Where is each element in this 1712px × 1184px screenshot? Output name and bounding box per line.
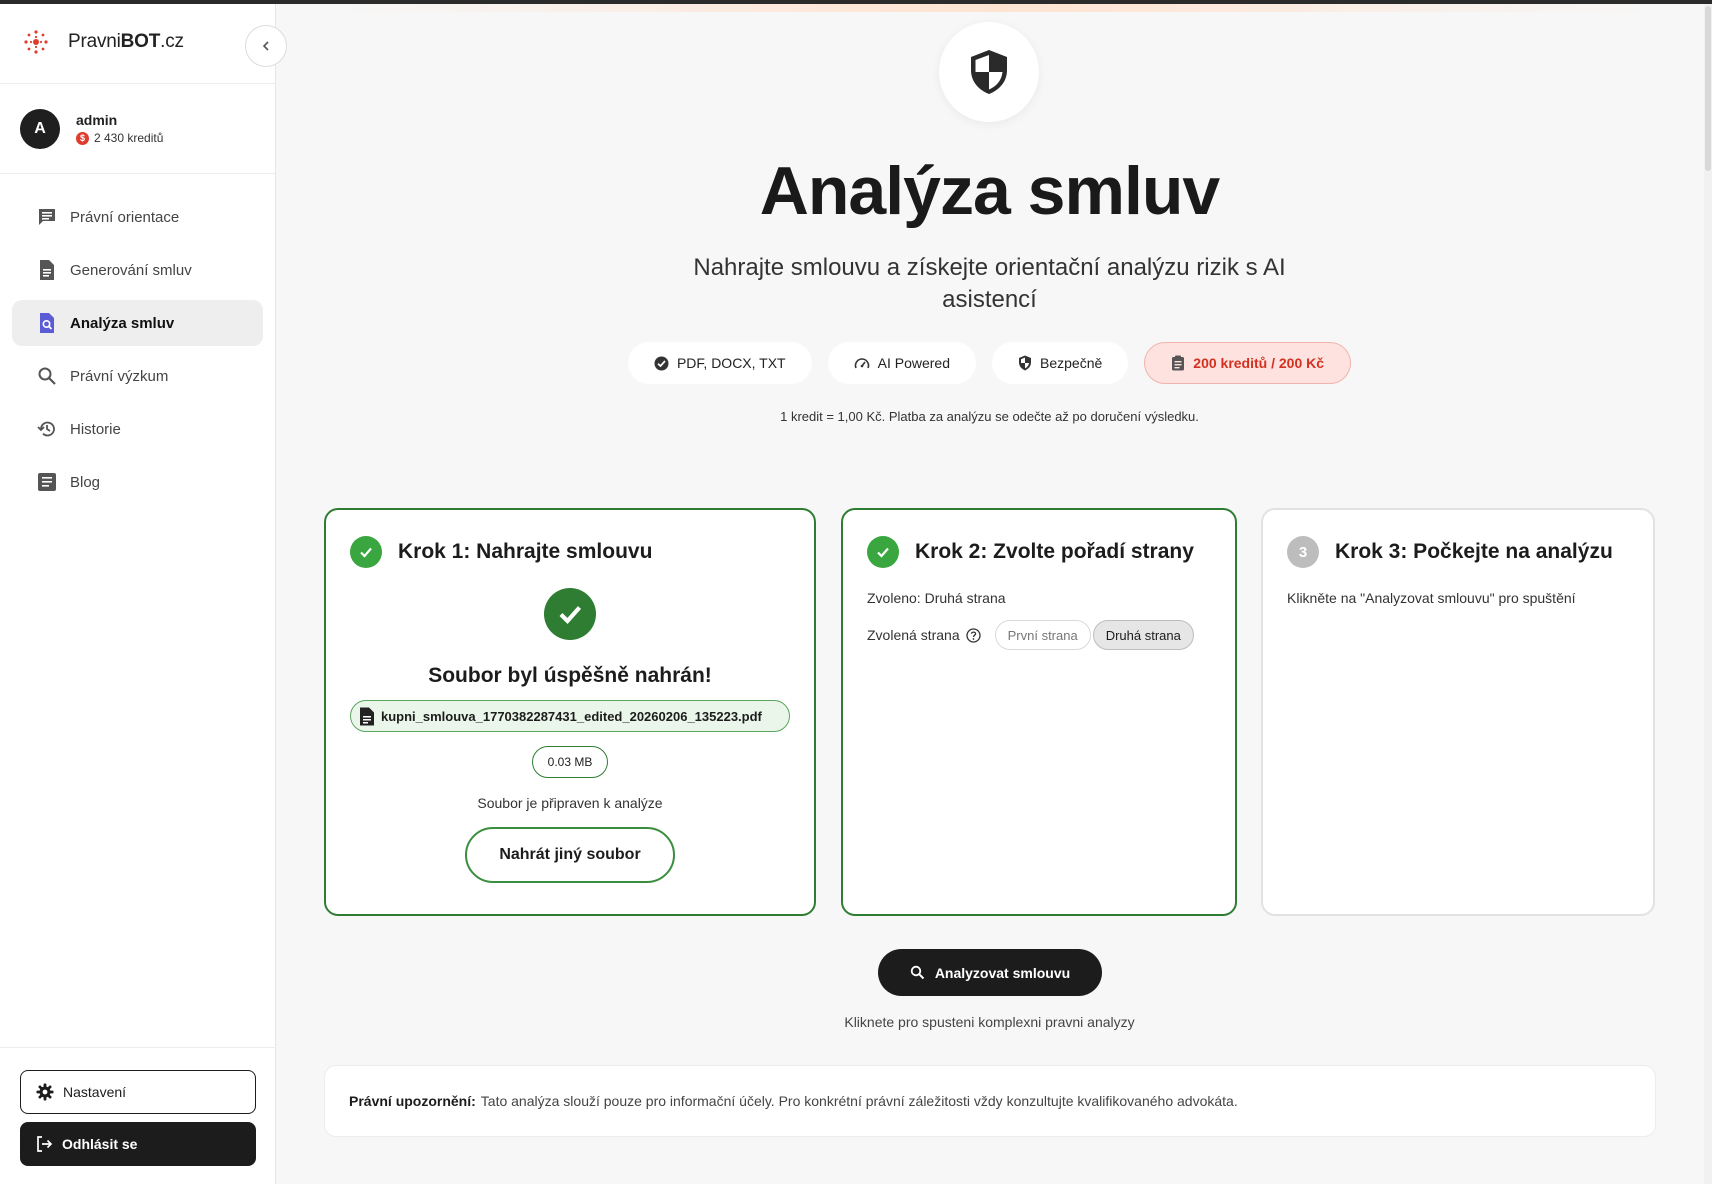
user-credits: $ 2 430 kreditů	[76, 131, 163, 145]
article-icon	[36, 471, 58, 493]
chevron-left-icon	[262, 41, 269, 51]
logout-label: Odhlásit se	[62, 1136, 138, 1152]
uploaded-file-pill: kupni_smlouva_1770382287431_edited_20260…	[350, 700, 790, 732]
page-title: Analýza smluv	[759, 153, 1220, 229]
sidebar-item-label: Právní orientace	[70, 208, 180, 226]
step-check-icon	[350, 536, 382, 568]
option-first-side[interactable]: První strana	[994, 620, 1091, 650]
sidebar-footer: Nastavení Odhlásit se	[0, 1047, 276, 1184]
ready-status: Soubor je připraven k analýze	[477, 795, 663, 811]
speedometer-icon	[854, 356, 870, 371]
success-check-icon	[544, 588, 596, 640]
security-chip: Bezpečně	[992, 342, 1129, 384]
avatar: A	[20, 108, 60, 149]
coin-icon: $	[76, 131, 89, 145]
document-icon	[36, 259, 58, 281]
user-name: admin	[76, 112, 118, 128]
sidebar-item-label: Analýza smluv	[70, 314, 175, 332]
upload-success-message: Soubor byl úspěšně nahrán!	[428, 664, 712, 687]
logout-button[interactable]: Odhlásit se	[20, 1122, 256, 1166]
sidebar-nav: Právní orientace Generování smluv Analýz…	[0, 174, 275, 505]
search-icon	[36, 365, 58, 387]
window-top-bar	[0, 0, 1712, 4]
sidebar-item-generovani-smluv[interactable]: Generování smluv	[12, 247, 263, 293]
side-selector: Zvolená strana První strana Druhá strana	[867, 620, 1211, 650]
sidebar-item-label: Blog	[70, 473, 101, 491]
step-check-icon	[867, 536, 899, 568]
credits-value: 2 430 kreditů	[94, 131, 164, 145]
chip-label: PDF, DOCX, TXT	[676, 355, 786, 371]
sidebar-item-pravni-vyzkum[interactable]: Právní výzkum	[12, 353, 263, 399]
file-size-badge: 0.03 MB	[532, 746, 608, 778]
gear-icon	[35, 1082, 55, 1102]
top-glow	[337, 4, 1657, 12]
sidebar-item-blog[interactable]: Blog	[12, 459, 263, 505]
file-name: kupni_smlouva_1770382287431_edited_20260…	[381, 708, 762, 724]
feature-chips: PDF, DOCX, TXT AI Powered Bezpečně 200 k…	[277, 342, 1702, 384]
legal-disclaimer: Právní upozornění: Tato analýza slouží p…	[324, 1065, 1656, 1137]
step3-card: 3 Krok 3: Počkejte na analýzu Klikněte n…	[1261, 508, 1655, 916]
sidebar-item-pravni-orientace[interactable]: Právní orientace	[12, 194, 263, 240]
step1-card: Krok 1: Nahrajte smlouvu Soubor byl úspě…	[324, 508, 816, 916]
scrollbar-thumb[interactable]	[1705, 6, 1711, 171]
sidebar-item-analyza-smluv[interactable]: Analýza smluv	[12, 300, 263, 346]
history-icon	[36, 418, 58, 440]
disclaimer-label: Právní upozornění:	[349, 1093, 476, 1109]
user-profile: A admin $ 2 430 kreditů	[0, 84, 275, 174]
analyze-button-label: Analyzovat smlouvu	[934, 964, 1071, 981]
step-number-badge: 3	[1287, 536, 1319, 568]
sidebar: PravniBOT.cz A admin $ 2 430 kreditů Prá…	[0, 0, 287, 1184]
settings-button[interactable]: Nastavení	[20, 1070, 256, 1114]
page-subtitle: Nahrajte smlouvu a získejte orientační a…	[693, 254, 1286, 313]
step3-title: Krok 3: Počkejte na analýzu	[1335, 540, 1613, 563]
shield-small-icon	[1018, 355, 1032, 371]
sidebar-item-label: Právní výzkum	[70, 367, 169, 385]
chip-label: 200 kreditů / 200 Kč	[1193, 355, 1325, 371]
pricing-note: 1 kredit = 1,00 Kč. Platba za analýzu se…	[780, 409, 1199, 424]
analyze-button[interactable]: Analyzovat smlouvu	[878, 949, 1102, 996]
side-selector-label: Zvolená strana	[867, 627, 960, 643]
main-content: Analýza smluv Nahrajte smlouvu a získejt…	[277, 0, 1712, 1184]
chip-label: Bezpečně	[1040, 355, 1103, 371]
chip-label: AI Powered	[877, 355, 950, 371]
sidebar-item-historie[interactable]: Historie	[12, 406, 263, 452]
analyze-hint: Kliknete pro spusteni komplexni pravni a…	[844, 1014, 1135, 1030]
logo-icon[interactable]	[18, 24, 54, 60]
search-icon	[910, 965, 925, 980]
option-second-side[interactable]: Druhá strana	[1092, 620, 1194, 650]
check-circle-icon	[654, 356, 669, 371]
ai-chip: AI Powered	[827, 342, 976, 384]
file-icon	[359, 707, 375, 726]
brand-name[interactable]: PravniBOT.cz	[68, 31, 184, 53]
settings-label: Nastavení	[63, 1084, 127, 1100]
clipboard-icon	[1171, 355, 1185, 371]
brand: PravniBOT.cz	[0, 0, 287, 84]
help-icon[interactable]	[965, 627, 981, 643]
collapse-sidebar-button[interactable]	[245, 25, 287, 67]
price-chip: 200 kreditů / 200 Kč	[1144, 342, 1352, 384]
format-chip: PDF, DOCX, TXT	[627, 342, 812, 384]
disclaimer-text: Tato analýza slouží pouze pro informační…	[480, 1093, 1238, 1109]
selected-side-text: Zvoleno: Druhá strana	[867, 590, 1006, 606]
sidebar-item-label: Historie	[70, 420, 121, 438]
document-search-icon	[36, 312, 58, 334]
step1-title: Krok 1: Nahrajte smlouvu	[398, 540, 653, 563]
step2-card: Krok 2: Zvolte pořadí strany Zvoleno: Dr…	[841, 508, 1237, 916]
chat-lines-icon	[36, 206, 58, 228]
step2-title: Krok 2: Zvolte pořadí strany	[915, 540, 1194, 563]
scrollbar[interactable]	[1704, 0, 1712, 1184]
sidebar-item-label: Generování smluv	[70, 261, 192, 279]
shield-icon	[939, 22, 1039, 122]
step3-hint: Klikněte na "Analyzovat smlouvu" pro spu…	[1287, 590, 1576, 606]
logout-icon	[34, 1134, 54, 1154]
upload-another-button[interactable]: Nahrát jiný soubor	[465, 827, 675, 883]
